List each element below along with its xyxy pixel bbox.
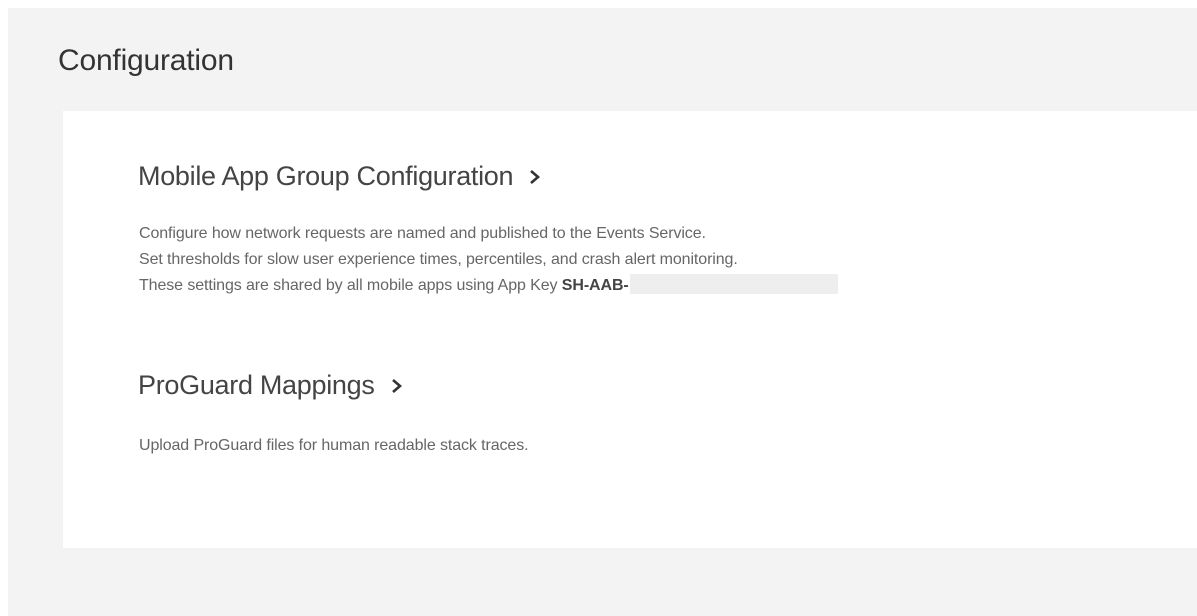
description-line: Upload ProGuard files for human readable…: [139, 437, 529, 454]
description-line: Configure how network requests are named…: [139, 225, 706, 242]
mobile-app-group-configuration-link[interactable]: Mobile App Group Configuration: [138, 161, 541, 192]
section-title: ProGuard Mappings: [138, 370, 375, 400]
app-key-value: SH-AAB-: [561, 277, 629, 294]
description-text: These settings are shared by all mobile …: [139, 277, 562, 294]
description-line: These settings are shared by all mobile …: [139, 273, 838, 299]
section-title: Mobile App Group Configuration: [138, 161, 514, 191]
proguard-mappings-link[interactable]: ProGuard Mappings: [138, 370, 403, 401]
chevron-right-icon: [389, 378, 403, 394]
proguard-mappings-description: Upload ProGuard files for human readable…: [139, 433, 529, 459]
chevron-right-icon: [527, 169, 541, 185]
mobile-app-group-configuration-description: Configure how network requests are named…: [139, 221, 838, 299]
description-line: Set thresholds for slow user experience …: [139, 251, 738, 268]
redacted-app-key: [629, 274, 838, 294]
configuration-card: Mobile App Group Configuration Configure…: [63, 111, 1197, 548]
page-title: Configuration: [58, 44, 234, 77]
configuration-page: Configuration Mobile App Group Configura…: [8, 8, 1197, 616]
